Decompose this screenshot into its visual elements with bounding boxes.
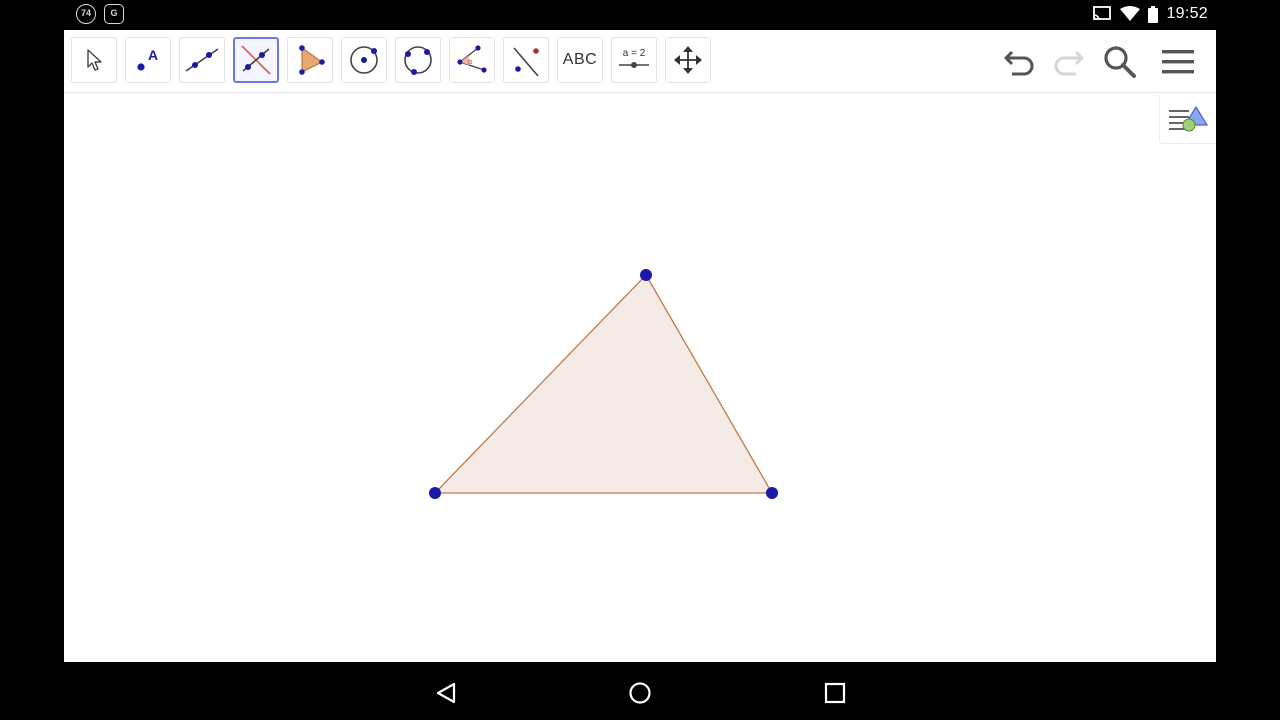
tool-move-graphics-view[interactable]	[665, 37, 711, 83]
tool-slider-label: a = 2	[623, 48, 646, 59]
tool-text-label: ABC	[562, 51, 598, 68]
tool-slider[interactable]: a = 2	[611, 37, 657, 83]
android-navigation-bar	[0, 662, 1280, 720]
tool-circle-three-points[interactable]	[395, 37, 441, 83]
tool-point[interactable]: A	[125, 37, 171, 83]
tool-move[interactable]	[71, 37, 117, 83]
vertex-top[interactable]	[640, 269, 652, 281]
reflect-about-line-icon	[513, 47, 539, 77]
nav-recents-button[interactable]	[821, 679, 849, 707]
nav-home-button[interactable]	[626, 679, 654, 707]
status-bar: 74 G 19:52	[0, 0, 1280, 30]
nav-back-button[interactable]	[432, 679, 460, 707]
tool-line[interactable]	[179, 37, 225, 83]
search-button[interactable]	[1100, 42, 1140, 82]
tool-text[interactable]: ABC	[557, 37, 603, 83]
line-through-points-icon	[185, 48, 219, 72]
toolbar: A α ABC a = 2	[64, 30, 1216, 93]
search-icon	[1104, 46, 1136, 78]
clock: 19:52	[1166, 5, 1208, 22]
tool-angle[interactable]: α	[449, 37, 495, 83]
vertex-left[interactable]	[429, 487, 441, 499]
wifi-icon	[1120, 6, 1141, 21]
circle-three-points-icon	[404, 46, 432, 75]
tool-point-label: A	[148, 47, 158, 63]
tool-reflect[interactable]	[503, 37, 549, 83]
triangle-polygon[interactable]	[433, 273, 774, 494]
graphics-view[interactable]	[64, 92, 1216, 662]
notification-app-icon: G	[104, 4, 124, 24]
back-triangle-icon	[436, 682, 456, 704]
recents-square-icon	[824, 682, 846, 704]
move-view-icon	[674, 46, 702, 74]
point-icon: A	[137, 47, 158, 71]
menu-button[interactable]	[1158, 42, 1198, 82]
tool-perpendicular-line[interactable]	[233, 37, 279, 83]
vertex-right[interactable]	[766, 487, 778, 499]
notification-badge-icon: 74	[76, 4, 96, 24]
slider-icon: a = 2	[619, 48, 649, 68]
undo-icon	[1004, 50, 1034, 76]
battery-icon	[1148, 5, 1159, 23]
circle-center-point-icon	[350, 46, 378, 74]
undo-button[interactable]	[1000, 42, 1040, 82]
redo-button[interactable]	[1048, 42, 1088, 82]
geogebra-app: A α ABC a = 2	[64, 30, 1216, 662]
notification-area: 74 G	[76, 4, 124, 24]
svg-text:α: α	[468, 59, 472, 66]
cast-icon	[1093, 6, 1112, 21]
polygon-icon	[299, 45, 325, 75]
redo-icon	[1054, 50, 1084, 76]
arrow-cursor-icon	[87, 49, 102, 71]
angle-icon: α	[457, 45, 487, 73]
hamburger-menu-icon	[1162, 50, 1194, 74]
tool-polygon[interactable]	[287, 37, 333, 83]
tool-circle[interactable]	[341, 37, 387, 83]
perpendicular-line-icon	[241, 45, 271, 75]
system-icons: 19:52	[1092, 5, 1208, 23]
graphics-canvas[interactable]	[64, 92, 1216, 662]
home-circle-icon	[629, 682, 651, 704]
